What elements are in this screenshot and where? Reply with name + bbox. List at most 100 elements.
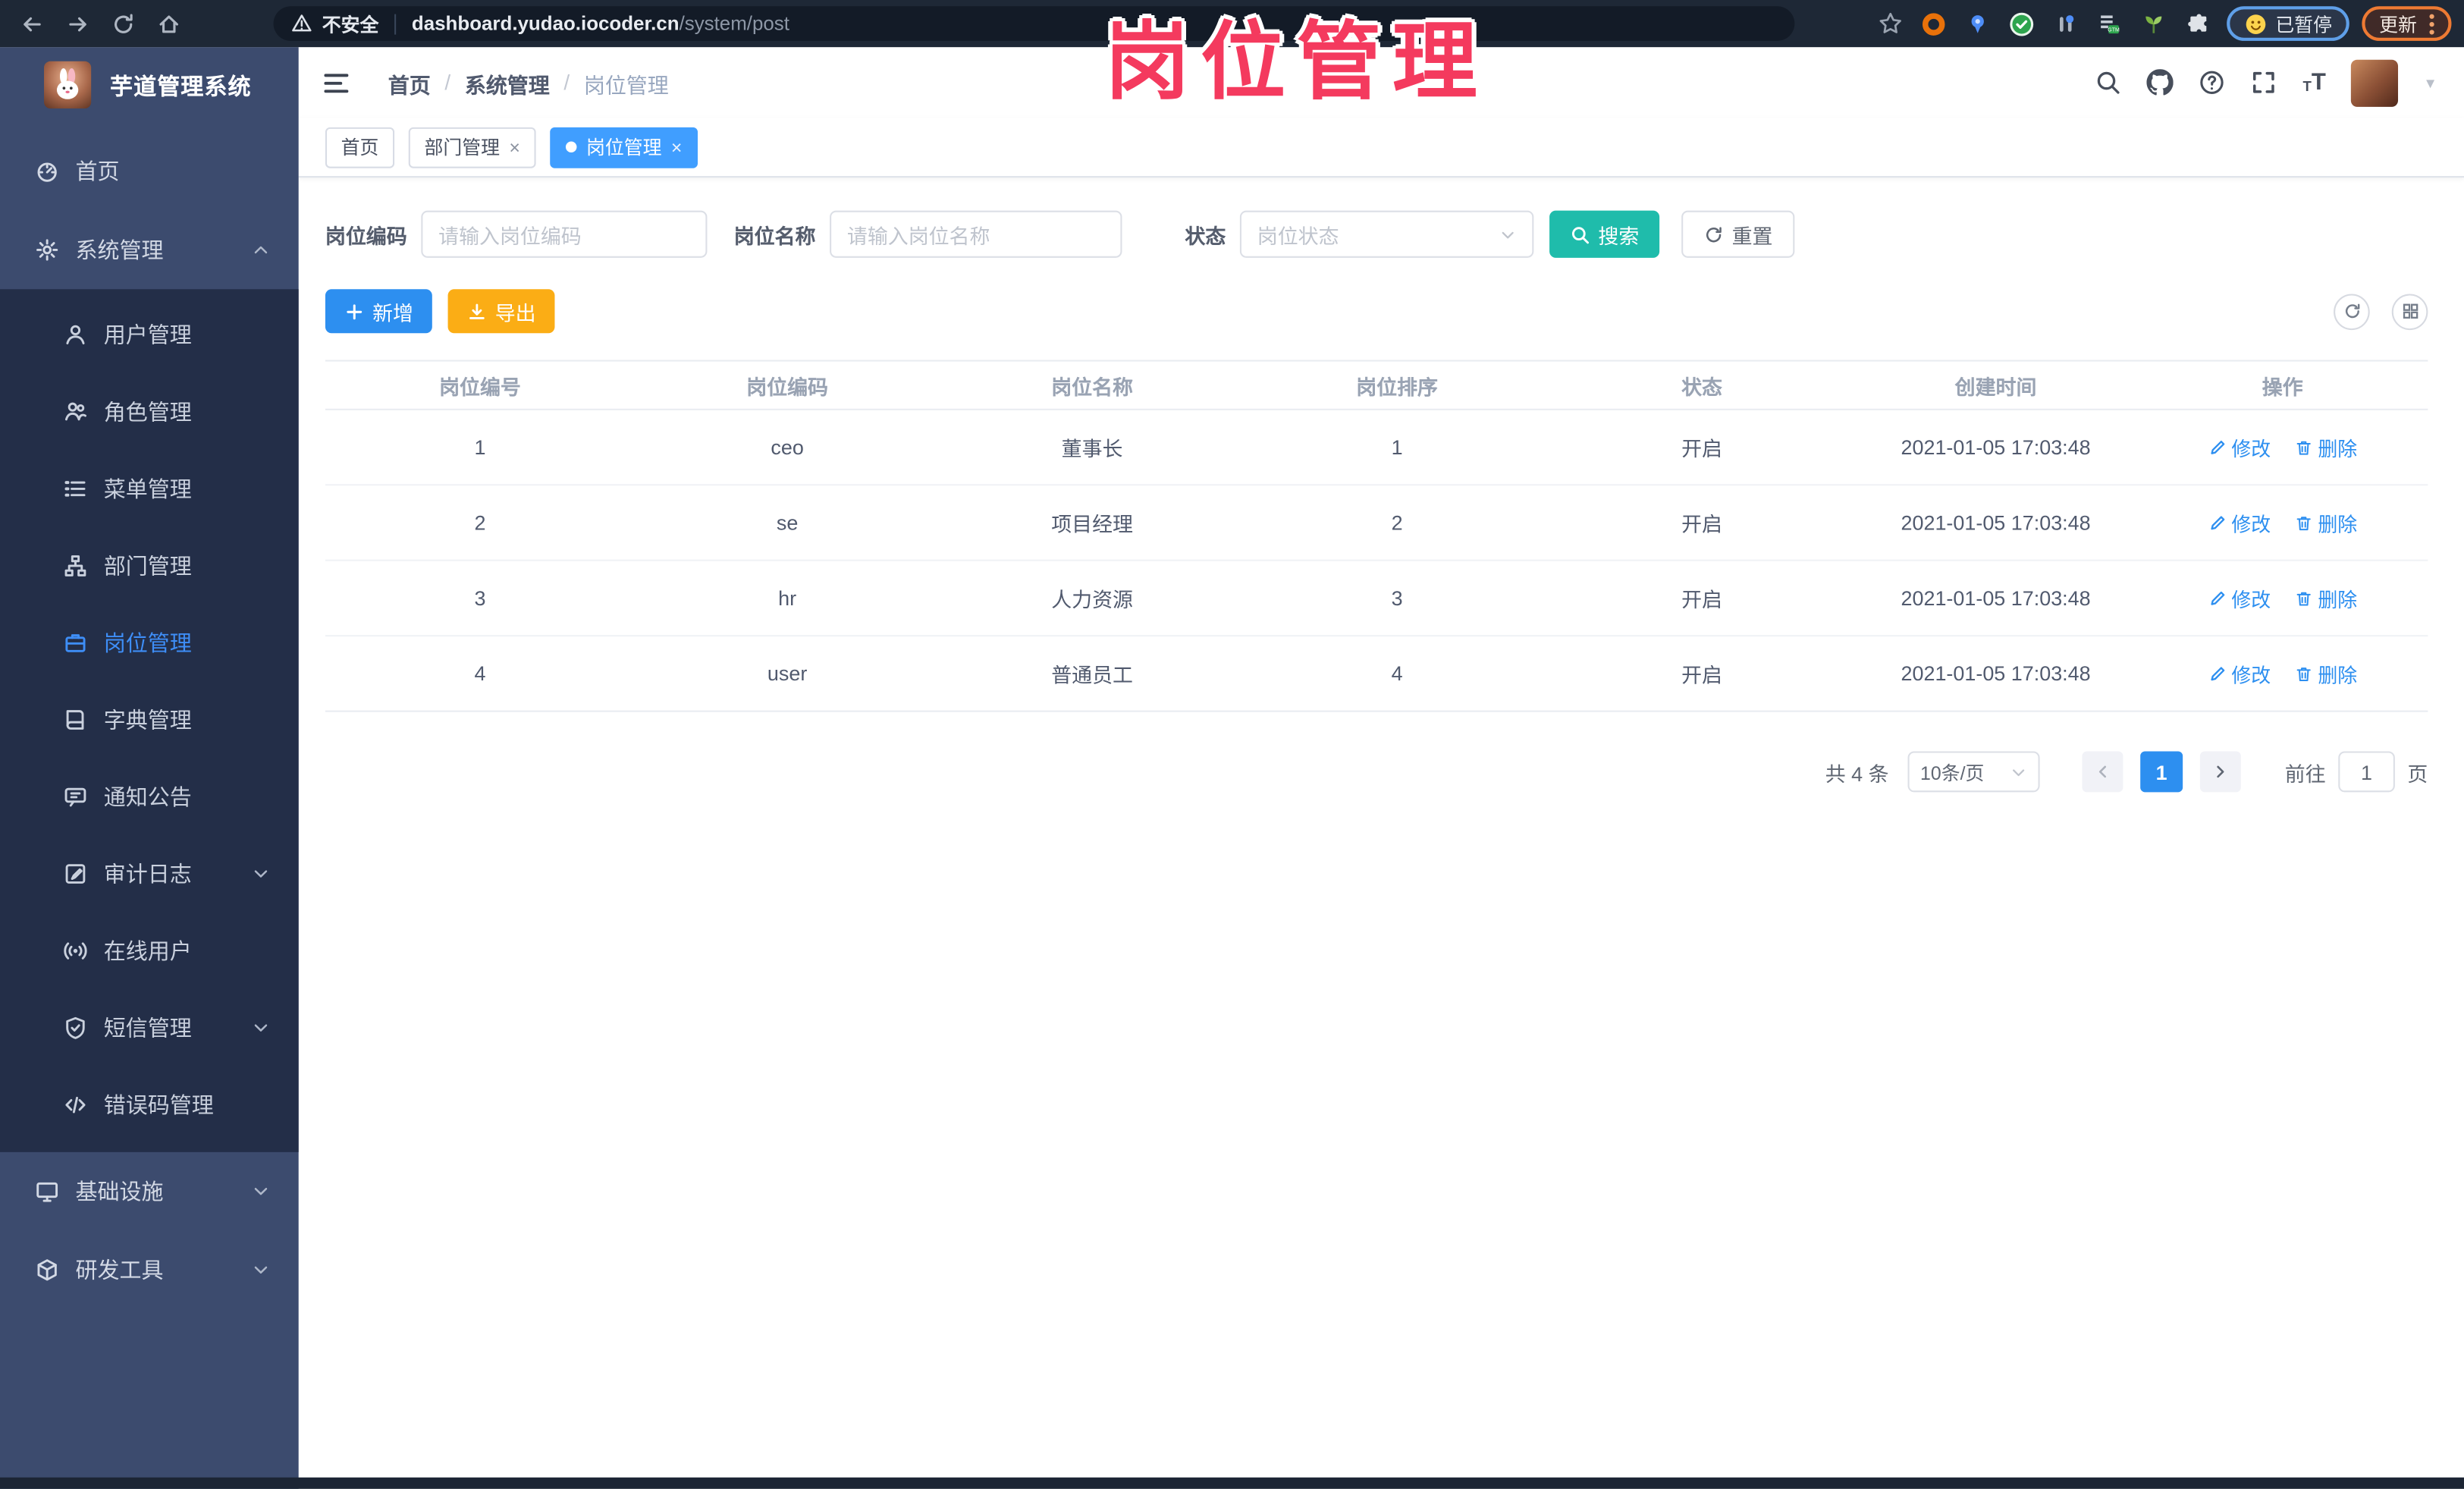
table-body: 1 ceo 董事长 1 开启 2021-01-05 17:03:48 修改 删除 2 se 项目经理… [325, 410, 2428, 712]
search-icon[interactable] [2095, 69, 2122, 96]
sidebar-item-首页[interactable]: 首页 [0, 132, 299, 211]
page-number-button[interactable]: 1 [2140, 751, 2183, 793]
tab-岗位管理[interactable]: 岗位管理 × [550, 126, 698, 168]
sidebar-item-用户管理[interactable]: 用户管理 [0, 296, 299, 373]
sidebar-item-label: 菜单管理 [103, 475, 192, 501]
breadcrumb-item[interactable]: 系统管理 [465, 67, 550, 98]
prev-page-button[interactable] [2082, 751, 2123, 793]
sidebar-item-短信管理[interactable]: 短信管理 [0, 988, 299, 1066]
help-icon[interactable] [2199, 69, 2226, 96]
chevron-up-icon [252, 240, 271, 259]
extension-leaf-icon[interactable] [2139, 8, 2170, 39]
post-code-input[interactable]: 请输入岗位编码 [421, 210, 708, 258]
extension-gtm-icon[interactable]: GTM [2095, 8, 2126, 39]
update-browser-chip[interactable]: 更新 [2362, 6, 2452, 41]
extension-pin-icon[interactable] [1963, 8, 1994, 39]
font-size-icon[interactable]: TT [2302, 71, 2325, 94]
refresh-icon[interactable] [2334, 293, 2370, 330]
table-row: 4 user 普通员工 4 开启 2021-01-05 17:03:48 修改 删除 [325, 636, 2428, 712]
sidebar-item-系统管理[interactable]: 系统管理 [0, 211, 299, 290]
sidebar-item-部门管理[interactable]: 部门管理 [0, 526, 299, 604]
columns-grid-icon[interactable] [2391, 293, 2428, 330]
table-toolbar: 新增 导出 [325, 289, 2428, 334]
delete-link[interactable]: 删除 [2294, 507, 2357, 537]
reload-icon[interactable] [104, 5, 142, 42]
sidebar-item-岗位管理[interactable]: 岗位管理 [0, 604, 299, 681]
app-brand[interactable]: 芋道管理系统 [0, 47, 299, 122]
browser-menu-icon[interactable] [2429, 13, 2434, 34]
forward-icon[interactable] [58, 5, 96, 42]
sidebar-item-label: 部门管理 [103, 552, 192, 578]
table-cell: 开启 [1681, 437, 1723, 461]
address-bar[interactable]: 不安全 dashboard.yudao.iocoder.cn/system/po… [273, 6, 1795, 41]
breadcrumb-item[interactable]: 首页 [388, 67, 431, 98]
table-header-row: 岗位编号 岗位编码 岗位名称 岗位排序 状态 创建时间 操作 [325, 362, 2428, 410]
sidebar-item-label: 审计日志 [103, 860, 192, 886]
add-button[interactable]: 新增 [325, 289, 432, 334]
bookmark-star-icon[interactable] [1875, 8, 1906, 39]
close-icon[interactable]: × [671, 137, 683, 156]
sidebar-item-基础设施[interactable]: 基础设施 [0, 1152, 299, 1231]
goto-page-input[interactable] [2338, 751, 2395, 793]
sidebar-item-角色管理[interactable]: 角色管理 [0, 372, 299, 450]
table-cell: user [767, 661, 808, 686]
edit-link[interactable]: 修改 [2208, 432, 2271, 462]
tab-部门管理[interactable]: 部门管理 × [408, 126, 536, 168]
fullscreen-icon[interactable] [2251, 69, 2277, 96]
extensions-puzzle-icon[interactable] [2183, 8, 2214, 39]
collapse-sidebar-icon[interactable] [322, 68, 350, 96]
total-count: 共 4 条 [1825, 761, 1889, 786]
chevron-down-icon[interactable]: ▼ [2423, 74, 2437, 90]
extension-sliders-icon[interactable] [2051, 8, 2082, 39]
extension-orange-icon[interactable] [1919, 8, 1950, 39]
sidebar-item-label: 基础设施 [75, 1179, 164, 1205]
status-label: 状态 [1185, 224, 1226, 248]
delete-link[interactable]: 删除 [2294, 583, 2357, 613]
export-button[interactable]: 导出 [447, 289, 555, 334]
home-nav-icon[interactable] [149, 5, 187, 42]
back-icon[interactable] [13, 5, 51, 42]
edit-link[interactable]: 修改 [2208, 583, 2271, 613]
edit-link[interactable]: 修改 [2208, 658, 2271, 688]
sidebar-item-label: 字典管理 [103, 706, 192, 732]
table-cell: 4 [1391, 661, 1403, 686]
table-header-cell: 岗位编号 [439, 375, 521, 399]
sidebar-item-研发工具[interactable]: 研发工具 [0, 1230, 299, 1309]
post-name-input[interactable]: 请输入岗位名称 [830, 210, 1122, 258]
sidebar-item-错误码管理[interactable]: 错误码管理 [0, 1066, 299, 1143]
sidebar-item-菜单管理[interactable]: 菜单管理 [0, 450, 299, 527]
table-cell: 2 [1391, 510, 1403, 535]
infra-icon [35, 1179, 60, 1204]
tab-首页[interactable]: 首页 [325, 126, 395, 168]
browser-window: 不安全 dashboard.yudao.iocoder.cn/system/po… [0, 0, 2464, 1489]
home-icon [35, 159, 60, 184]
chevron-down-icon [2010, 763, 2027, 781]
sidebar-item-通知公告[interactable]: 通知公告 [0, 758, 299, 835]
sidebar-item-审计日志[interactable]: 审计日志 [0, 834, 299, 912]
table-cell: 4 [474, 661, 486, 686]
goto-label: 前往 [2284, 761, 2326, 786]
table-cell: 开启 [1681, 663, 1723, 687]
reset-button[interactable]: 重置 [1681, 210, 1795, 258]
github-icon[interactable] [2147, 69, 2174, 96]
user-avatar[interactable] [2351, 58, 2399, 106]
search-button[interactable]: 搜索 [1549, 210, 1660, 258]
tab-label: 岗位管理 [585, 137, 662, 159]
next-page-button[interactable] [2199, 751, 2241, 793]
user-icon [63, 322, 88, 347]
sidebar-item-在线用户[interactable]: 在线用户 [0, 912, 299, 989]
extension-check-icon[interactable] [2007, 8, 2038, 39]
sidebar-submenu: 用户管理 角色管理菜单管理部门管理岗位管理字典管理通知公告审计日志在线用户 短信管理… [0, 289, 299, 1152]
table-cell: 1 [1391, 435, 1403, 460]
sidebar-item-字典管理[interactable]: 字典管理 [0, 680, 299, 758]
page-size-select[interactable]: 10条/页 [1907, 751, 2040, 793]
close-icon[interactable]: × [509, 137, 520, 156]
edit-link[interactable]: 修改 [2208, 507, 2271, 537]
active-tab-dot [566, 141, 577, 152]
delete-link[interactable]: 删除 [2294, 432, 2357, 462]
delete-link[interactable]: 删除 [2294, 658, 2357, 688]
status-select[interactable]: 岗位状态 [1239, 210, 1534, 258]
role-icon [63, 398, 88, 423]
filter-form: 岗位编码 请输入岗位编码 岗位名称 请输入岗位名称 状态 岗位状态 搜索 重置 [325, 210, 2464, 258]
paused-extension-chip[interactable]: 已暂停 [2227, 6, 2349, 41]
